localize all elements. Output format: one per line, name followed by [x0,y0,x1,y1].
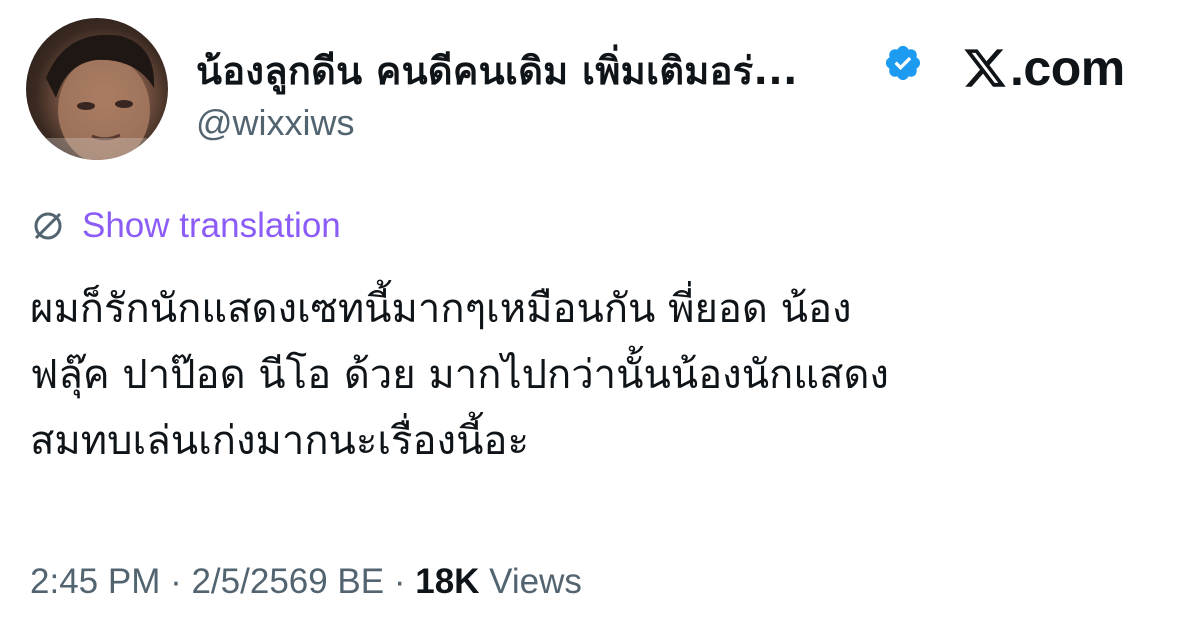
meta-separator: · [160,562,192,601]
tweet-text-line: ฟลุ๊ค ปาป๊อด นีโอ ด้วย มากไปกว่านั้นน้อง… [30,352,889,398]
show-translation-label[interactable]: Show translation [82,206,341,246]
avatar-image [26,34,168,160]
tweet-meta: 2:45 PM · 2/5/2569 BE · 18K Views [30,562,582,602]
brand-domain-text: .com [1010,40,1125,96]
meta-separator: · [384,562,416,601]
brand-logo: .com [962,42,1125,94]
verified-badge-icon [885,45,921,81]
x-logo-icon [964,49,1006,87]
tweet-text-line: สมทบเล่นเก่งมากนะเรื่องนี้อะ [30,418,529,464]
views-label: Views [479,562,582,601]
tweet-card: น้องลูกดีน คนดีคนเดิม เพิ่มเติมอร่... @w… [0,0,1200,640]
user-handle[interactable]: @wixxiws [196,102,355,144]
tweet-text: ผมก็รักนักแสดงเซทนี้มากๆเหมือนกัน พี่ยอด… [30,276,1160,474]
tweet-date[interactable]: 2/5/2569 BE [191,562,384,601]
avatar[interactable] [26,18,168,160]
show-translation-button[interactable]: Show translation [30,204,341,248]
display-name[interactable]: น้องลูกดีน คนดีคนเดิม เพิ่มเติมอร่... [196,40,798,101]
tweet-text-line: ผมก็รักนักแสดงเซทนี้มากๆเหมือนกัน พี่ยอด… [30,286,852,332]
views-count[interactable]: 18K [415,562,479,601]
tweet-time[interactable]: 2:45 PM [30,562,160,601]
globe-icon [34,212,62,240]
